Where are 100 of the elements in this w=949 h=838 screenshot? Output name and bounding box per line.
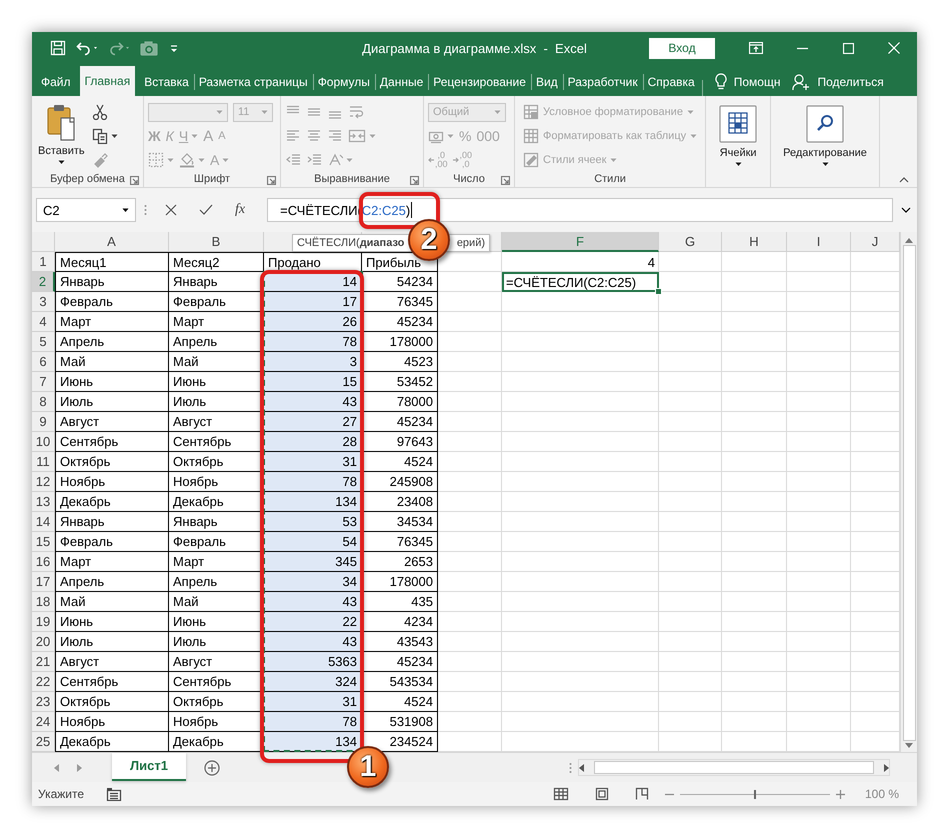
row-header[interactable]: 13 bbox=[32, 492, 55, 512]
table-cell: 5363 bbox=[264, 652, 362, 672]
lightbulb-icon[interactable] bbox=[714, 73, 727, 91]
add-sheet-icon[interactable] bbox=[204, 760, 220, 776]
ribbon-tab[interactable]: Разметка страницы bbox=[194, 68, 313, 96]
dialog-launcher-icon[interactable] bbox=[130, 176, 139, 185]
next-sheet-icon[interactable] bbox=[77, 764, 82, 772]
help-search-link[interactable]: Помощн bbox=[734, 75, 780, 89]
sign-in-button[interactable]: Вход bbox=[649, 38, 715, 58]
ribbon-tab[interactable]: Формулы bbox=[312, 68, 375, 96]
expand-icon[interactable] bbox=[901, 207, 911, 213]
dialog-launcher-icon[interactable] bbox=[267, 176, 276, 185]
scroll-down-icon[interactable] bbox=[905, 743, 913, 748]
previous-sheet-icon[interactable] bbox=[54, 764, 59, 772]
row-header[interactable]: 11 bbox=[32, 452, 55, 472]
row-header[interactable]: 18 bbox=[32, 592, 55, 612]
zoom-slider[interactable] bbox=[680, 790, 830, 798]
scroll-up-icon[interactable] bbox=[905, 238, 913, 243]
caret-icon[interactable] bbox=[734, 162, 742, 167]
row-header[interactable]: 8 bbox=[32, 392, 55, 412]
table-cell: 43543 bbox=[362, 632, 438, 652]
scroll-left-icon[interactable] bbox=[579, 764, 584, 772]
scroll-right-icon[interactable] bbox=[884, 764, 889, 772]
column-header[interactable]: J bbox=[851, 232, 900, 252]
cells-button[interactable]: Ячейки bbox=[716, 102, 760, 169]
column-heading-cell: Месяц2 bbox=[169, 252, 264, 272]
column-header[interactable]: F bbox=[502, 232, 659, 252]
close-icon[interactable] bbox=[888, 42, 900, 54]
ribbon-tab[interactable]: Файл bbox=[36, 68, 76, 96]
table-cell: 17 bbox=[264, 292, 362, 312]
name-box[interactable]: C2 bbox=[36, 198, 136, 222]
row-header[interactable]: 6 bbox=[32, 352, 55, 372]
select-all-button[interactable] bbox=[32, 232, 55, 252]
row-header[interactable]: 2 bbox=[32, 272, 55, 292]
row-header[interactable]: 16 bbox=[32, 552, 55, 572]
dialog-launcher-icon[interactable] bbox=[501, 176, 510, 185]
zoom-slider-thumb[interactable] bbox=[754, 790, 756, 798]
row-header[interactable]: 25 bbox=[32, 732, 55, 752]
caret-icon[interactable] bbox=[822, 162, 829, 167]
table-cell: Октябрь bbox=[55, 692, 169, 712]
table-cell: 53 bbox=[264, 512, 362, 532]
column-header[interactable]: G bbox=[659, 232, 722, 252]
caret-icon[interactable] bbox=[110, 134, 118, 138]
zoom-in-icon[interactable] bbox=[836, 790, 845, 798]
row-header[interactable]: 15 bbox=[32, 532, 55, 552]
row-header[interactable]: 10 bbox=[32, 432, 55, 452]
row-header[interactable]: 23 bbox=[32, 692, 55, 712]
page-layout-icon[interactable] bbox=[594, 787, 609, 801]
ribbon-tab[interactable]: Данные bbox=[374, 68, 428, 96]
formula-field[interactable]: =СЧЁТЕСЛИ(C2:C25) bbox=[267, 198, 893, 222]
row-header[interactable]: 17 bbox=[32, 572, 55, 592]
insert-function-button[interactable]: fx bbox=[235, 202, 246, 218]
row-header[interactable]: 3 bbox=[32, 292, 55, 312]
sheet-tab[interactable]: Лист1 bbox=[112, 752, 186, 780]
row-header[interactable]: 1 bbox=[32, 252, 55, 272]
row-header[interactable]: 24 bbox=[32, 712, 55, 732]
ribbon-tab[interactable]: Главная bbox=[80, 66, 136, 96]
copy-icon[interactable] bbox=[92, 128, 108, 144]
enter-check-icon[interactable] bbox=[199, 204, 213, 216]
collapse-ribbon-icon[interactable] bbox=[899, 177, 909, 183]
active-cell[interactable]: =СЧЁТЕСЛИ(C2:C25) bbox=[502, 272, 659, 292]
table-cell: Сентябрь bbox=[55, 672, 169, 692]
row-header[interactable]: 14 bbox=[32, 512, 55, 532]
ribbon-tab[interactable]: Разработчик bbox=[562, 68, 643, 96]
share-button[interactable]: Поделиться bbox=[817, 75, 884, 89]
column-header[interactable]: A bbox=[55, 232, 169, 252]
ribbon-tab[interactable]: Справка bbox=[642, 68, 700, 96]
ribbon-display-icon[interactable] bbox=[749, 42, 763, 54]
save-icon[interactable] bbox=[50, 40, 66, 56]
row-header[interactable]: 21 bbox=[32, 652, 55, 672]
row-header[interactable]: 12 bbox=[32, 472, 55, 492]
vertical-scrollbar[interactable] bbox=[900, 232, 917, 752]
maximize-icon[interactable] bbox=[842, 42, 854, 54]
ribbon-tab[interactable]: Вставка bbox=[139, 68, 194, 96]
row-header[interactable]: 9 bbox=[32, 412, 55, 432]
column-header[interactable]: I bbox=[787, 232, 851, 252]
macro-record-icon[interactable] bbox=[106, 787, 122, 801]
ribbon-tab[interactable]: Рецензирование bbox=[428, 68, 531, 96]
caret-icon[interactable] bbox=[58, 160, 65, 165]
row-header[interactable]: 20 bbox=[32, 632, 55, 652]
column-header[interactable]: H bbox=[722, 232, 787, 252]
horizontal-scrollbar[interactable] bbox=[578, 759, 890, 776]
row-header[interactable]: 4 bbox=[32, 312, 55, 332]
caret-icon[interactable] bbox=[122, 208, 129, 212]
row-header[interactable]: 5 bbox=[32, 332, 55, 352]
undo-icon[interactable] bbox=[76, 40, 98, 56]
cancel-icon[interactable] bbox=[165, 204, 177, 216]
normal-view-icon[interactable] bbox=[552, 787, 569, 801]
paste-button[interactable]: Вставить bbox=[36, 100, 87, 170]
scrollbar-thumb[interactable] bbox=[902, 245, 916, 741]
ribbon-tab[interactable]: Вид bbox=[530, 68, 563, 96]
scissors-icon[interactable] bbox=[92, 104, 108, 120]
person-add-icon[interactable] bbox=[792, 73, 810, 91]
row-header[interactable]: 22 bbox=[32, 672, 55, 692]
row-header[interactable]: 7 bbox=[32, 372, 55, 392]
editing-button[interactable]: Редактирование bbox=[781, 102, 869, 169]
column-header[interactable]: B bbox=[169, 232, 264, 252]
row-header[interactable]: 19 bbox=[32, 612, 55, 632]
dialog-launcher-icon[interactable] bbox=[410, 176, 419, 185]
page-break-icon[interactable] bbox=[634, 787, 649, 801]
